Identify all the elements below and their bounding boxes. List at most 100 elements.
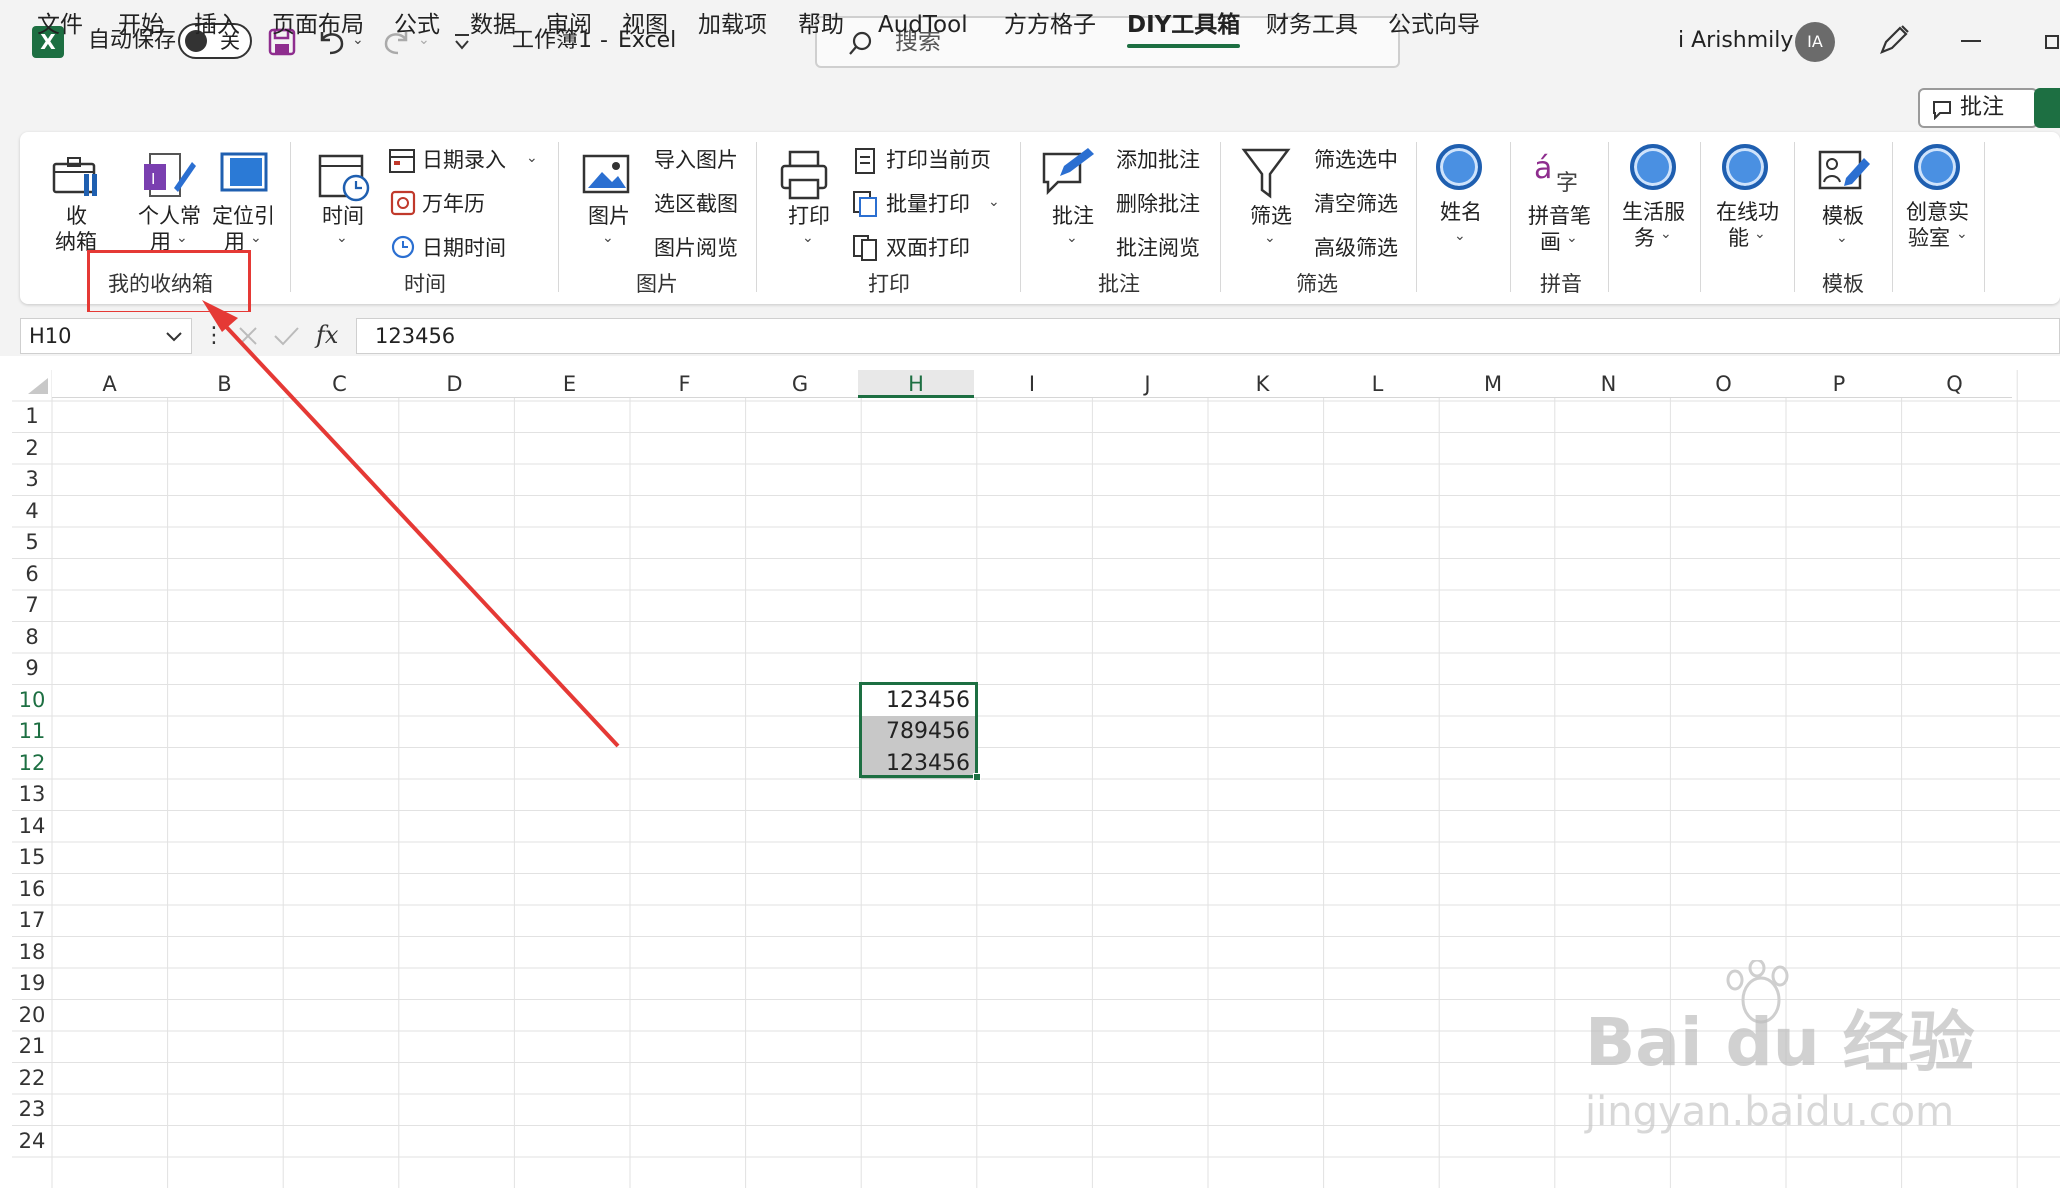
personal-common-icon[interactable]: I — [140, 148, 198, 204]
locate-reference-dropdown-icon[interactable]: ⌄ — [250, 230, 262, 246]
row-header-14[interactable]: 14 — [12, 811, 52, 843]
row-header-6[interactable]: 6 — [12, 559, 52, 591]
column-header-h[interactable]: H — [858, 370, 974, 398]
tab-insert[interactable]: 插入 — [194, 8, 240, 42]
column-header-n[interactable]: N — [1551, 370, 1666, 398]
name-box[interactable]: H10 — [20, 318, 192, 354]
row-header-18[interactable]: 18 — [12, 937, 52, 969]
tab-fangfang[interactable]: 方方格子 — [1004, 8, 1096, 42]
row-header-12[interactable]: 12 — [12, 748, 52, 780]
print-current-page-button[interactable]: 打印当前页 — [886, 146, 991, 174]
column-header-o[interactable]: O — [1666, 370, 1781, 398]
batch-print-button[interactable]: 批量打印 — [886, 190, 970, 218]
name-box-dropdown-icon[interactable] — [165, 331, 183, 343]
tab-formula-guide[interactable]: 公式向导 — [1388, 8, 1480, 42]
row-header-15[interactable]: 15 — [12, 842, 52, 874]
creative-lab-dropdown-icon[interactable]: ⌄ — [1956, 226, 1968, 242]
pinyin-icon[interactable]: á 字 — [1530, 144, 1586, 200]
row-header-22[interactable]: 22 — [12, 1063, 52, 1095]
tab-data[interactable]: 数据 — [470, 8, 516, 42]
duplex-print-button[interactable]: 双面打印 — [886, 234, 970, 262]
row-header-3[interactable]: 3 — [12, 464, 52, 496]
pinyin-dropdown-icon[interactable]: ⌄ — [1566, 230, 1578, 246]
template-icon[interactable] — [1816, 146, 1872, 200]
row-header-10[interactable]: 10 — [12, 685, 52, 717]
filter-selected-button[interactable]: 筛选选中 — [1314, 146, 1398, 174]
column-header-c[interactable]: C — [282, 370, 397, 398]
fill-handle[interactable] — [973, 773, 981, 781]
column-header-f[interactable]: F — [627, 370, 742, 398]
row-header-23[interactable]: 23 — [12, 1094, 52, 1126]
row-header-4[interactable]: 4 — [12, 496, 52, 528]
life-service-dropdown-icon[interactable]: ⌄ — [1660, 226, 1672, 242]
column-header-q[interactable]: Q — [1897, 370, 2012, 398]
column-header-p[interactable]: P — [1781, 370, 1897, 398]
column-header-i[interactable]: I — [974, 370, 1090, 398]
name-dropdown-icon[interactable]: ⌄ — [1454, 228, 1466, 244]
picture-dropdown-icon[interactable]: ⌄ — [602, 230, 614, 246]
date-entry-button[interactable]: 日期录入 — [422, 146, 506, 174]
row-header-2[interactable]: 2 — [12, 433, 52, 465]
picture-view-button[interactable]: 图片阅览 — [654, 234, 738, 262]
online-function-circle-icon[interactable] — [1722, 144, 1768, 190]
row-header-8[interactable]: 8 — [12, 622, 52, 654]
column-header-b[interactable]: B — [167, 370, 282, 398]
time-dropdown-icon[interactable]: ⌄ — [336, 230, 348, 246]
print-dropdown-icon[interactable]: ⌄ — [802, 230, 814, 246]
storage-box-icon[interactable] — [50, 150, 104, 204]
personal-common-dropdown-icon[interactable]: ⌄ — [176, 230, 188, 246]
perpetual-calendar-button[interactable]: 万年历 — [422, 190, 485, 218]
quick-access-customize-icon[interactable] — [452, 32, 472, 52]
pen-icon[interactable] — [1876, 24, 1910, 58]
comments-button[interactable]: 批注 — [1918, 88, 2038, 128]
row-header-13[interactable]: 13 — [12, 779, 52, 811]
row-header-7[interactable]: 7 — [12, 590, 52, 622]
column-header-d[interactable]: D — [397, 370, 512, 398]
row-header-11[interactable]: 11 — [12, 716, 52, 748]
cancel-x-icon[interactable] — [236, 324, 260, 348]
tab-addins[interactable]: 加载项 — [698, 8, 767, 42]
row-header-16[interactable]: 16 — [12, 874, 52, 906]
tab-diy-toolbox[interactable]: DIY工具箱 — [1127, 8, 1241, 48]
minimize-icon[interactable] — [1960, 38, 1982, 44]
tab-view[interactable]: 视图 — [622, 8, 668, 42]
select-all-corner-icon[interactable] — [24, 376, 50, 396]
life-service-circle-icon[interactable] — [1630, 144, 1676, 190]
name-circle-icon[interactable] — [1436, 144, 1482, 190]
row-header-20[interactable]: 20 — [12, 1000, 52, 1032]
row-header-19[interactable]: 19 — [12, 968, 52, 1000]
import-picture-button[interactable]: 导入图片 — [654, 146, 738, 174]
template-dropdown-icon[interactable]: ⌄ — [1836, 230, 1848, 246]
locate-reference-icon[interactable] — [218, 150, 270, 194]
row-header-5[interactable]: 5 — [12, 527, 52, 559]
row-header-24[interactable]: 24 — [12, 1126, 52, 1158]
column-header-j[interactable]: J — [1090, 370, 1205, 398]
restore-icon[interactable] — [2044, 32, 2060, 50]
insert-function-icon[interactable]: fx — [316, 320, 338, 350]
region-screenshot-button[interactable]: 选区截图 — [654, 190, 738, 218]
picture-icon[interactable] — [580, 150, 636, 202]
add-comment-button[interactable]: 添加批注 — [1116, 146, 1200, 174]
column-header-l[interactable]: L — [1320, 370, 1435, 398]
user-name[interactable]: i Arishmily — [1678, 26, 1793, 56]
row-header-1[interactable]: 1 — [12, 401, 52, 433]
formula-input[interactable]: 123456 — [356, 318, 2060, 354]
formula-options-icon[interactable]: ⋮ — [203, 322, 225, 350]
tab-finance[interactable]: 财务工具 — [1266, 8, 1358, 42]
user-avatar[interactable]: IA — [1795, 22, 1835, 62]
creative-lab-circle-icon[interactable] — [1914, 144, 1960, 190]
tab-page-layout[interactable]: 页面布局 — [272, 8, 364, 42]
tab-home[interactable]: 开始 — [118, 8, 164, 42]
column-header-k[interactable]: K — [1205, 370, 1320, 398]
tab-review[interactable]: 审阅 — [546, 8, 592, 42]
tab-formulas[interactable]: 公式 — [394, 8, 440, 42]
comment-pen-icon[interactable] — [1040, 146, 1096, 202]
row-header-21[interactable]: 21 — [12, 1031, 52, 1063]
date-entry-dropdown-icon[interactable]: ⌄ — [526, 150, 538, 166]
column-header-e[interactable]: E — [512, 370, 627, 398]
row-header-17[interactable]: 17 — [12, 905, 52, 937]
filter-dropdown-icon[interactable]: ⌄ — [1264, 230, 1276, 246]
batch-print-dropdown-icon[interactable]: ⌄ — [988, 194, 1000, 210]
column-header-m[interactable]: M — [1435, 370, 1551, 398]
clear-filter-button[interactable]: 清空筛选 — [1314, 190, 1398, 218]
